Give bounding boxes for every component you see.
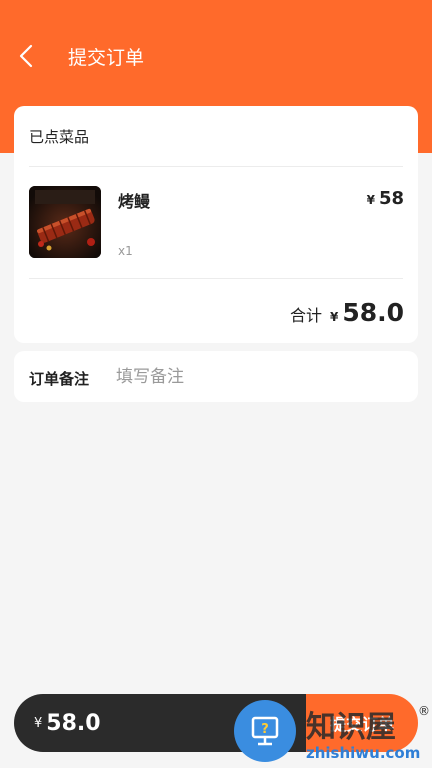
divider xyxy=(29,166,403,167)
top-bar: 提交订单 xyxy=(0,28,432,84)
section-title: 已点菜品 xyxy=(29,128,90,146)
note-label: 订单备注 xyxy=(29,370,90,388)
dish-quantity: x1 xyxy=(118,244,133,258)
order-note-card: 订单备注 xyxy=(14,351,418,402)
total-value: 58.0 xyxy=(342,298,404,327)
currency-symbol: ¥ xyxy=(329,310,339,324)
dish-image xyxy=(29,186,101,258)
page-title: 提交订单 xyxy=(68,46,145,69)
watermark-registered: ® xyxy=(418,704,430,718)
dish-name: 烤鳗 xyxy=(118,192,151,211)
help-monitor-icon: ? xyxy=(234,700,296,762)
svg-text:?: ? xyxy=(261,722,269,737)
order-total: 合计 ¥58.0 xyxy=(290,298,404,327)
divider xyxy=(29,278,403,279)
total-amount: ¥58.0 xyxy=(330,298,404,327)
currency-symbol: ¥ xyxy=(366,193,375,207)
note-input[interactable] xyxy=(114,361,408,393)
bottom-amount: 58.0 xyxy=(46,710,101,736)
watermark-text: 知识屋 xyxy=(306,710,396,745)
currency-symbol: ¥ xyxy=(34,715,43,731)
watermark: ? 知识屋 ® zhishiwu.com xyxy=(234,700,432,768)
back-button[interactable] xyxy=(14,44,38,68)
chevron-left-icon xyxy=(19,44,33,68)
dish-price: ¥58 xyxy=(367,188,404,209)
total-label: 合计 xyxy=(289,306,322,325)
ordered-dishes-card: 已点菜品 烤鳗 x1 ¥ 58 合计 ¥ 58.0 xyxy=(14,106,418,343)
watermark-url: zhishiwu.com xyxy=(306,744,421,762)
dish-price-value: 58 xyxy=(378,188,404,209)
